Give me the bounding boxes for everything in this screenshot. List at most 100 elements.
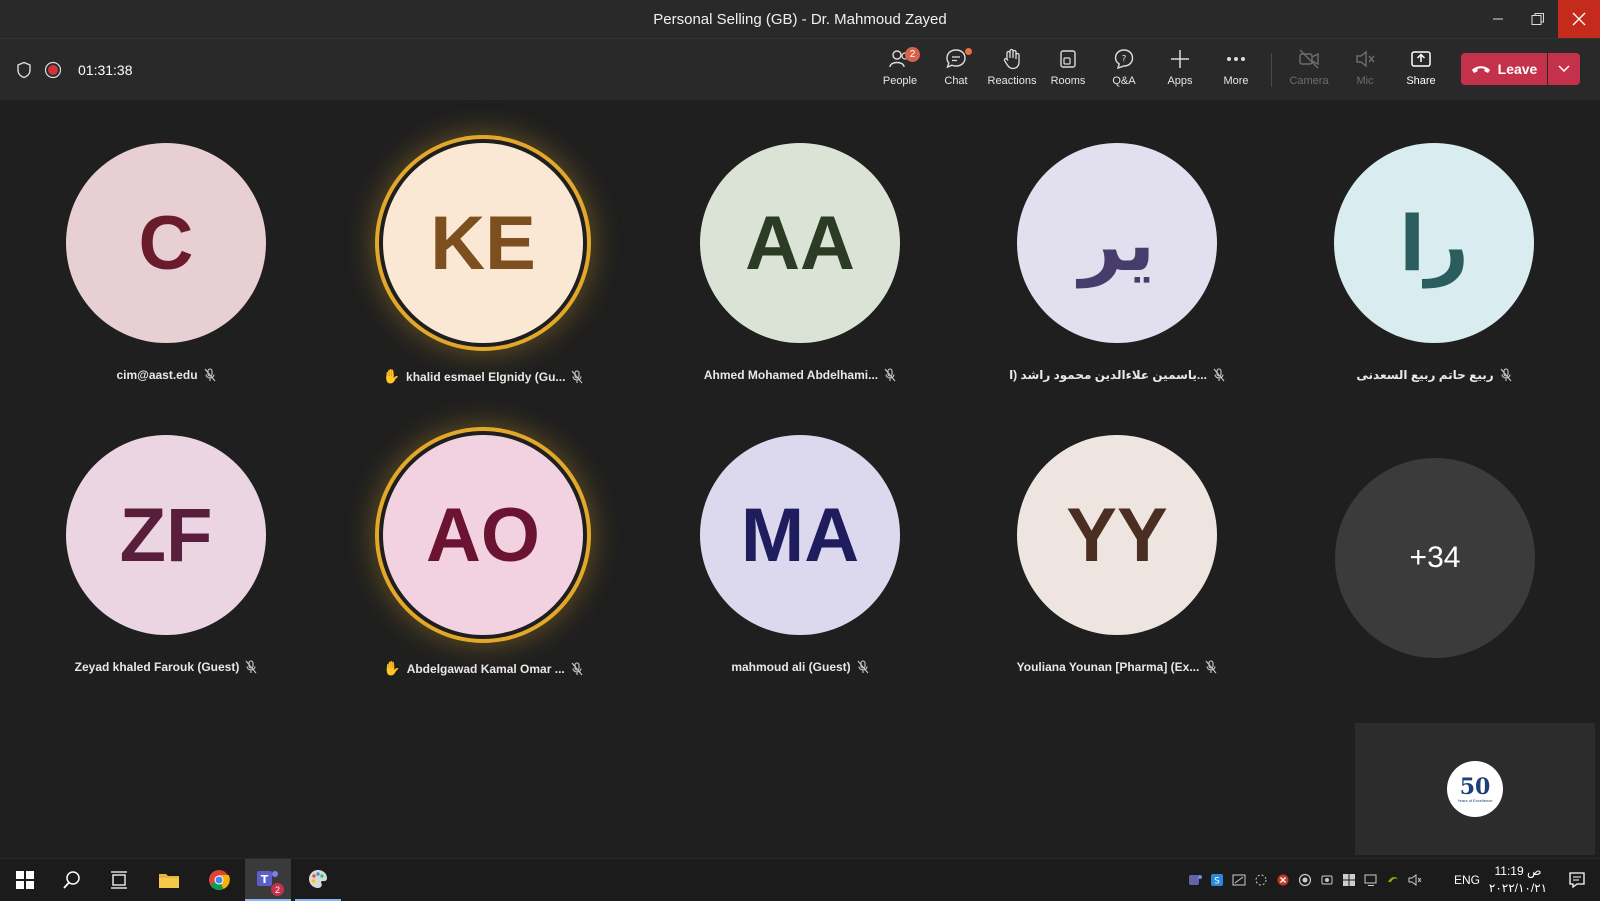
close-button[interactable] — [1558, 0, 1600, 38]
mic-muted-icon — [1500, 368, 1512, 382]
loading-tray-icon[interactable] — [1250, 859, 1272, 901]
university-logo: 50 Years of Excellence — [1447, 761, 1503, 817]
meeting-toolbar: 01:31:38 2 People Chat Reactions Rooms ?… — [0, 38, 1600, 100]
toolbar-separator — [1271, 53, 1272, 87]
raise-hand-icon — [1003, 48, 1020, 70]
mic-button[interactable]: Mic — [1337, 47, 1393, 95]
apps-button[interactable]: Apps — [1152, 47, 1208, 95]
mic-muted-icon — [571, 661, 583, 675]
participant-name: Abdelgawad Kamal Omar ... — [406, 661, 565, 676]
share-tray-icon — [1411, 51, 1431, 67]
share-button[interactable]: Share — [1393, 47, 1449, 95]
participant-name: ياسمين علاءالدين محمود راشد (ا... — [1009, 368, 1207, 382]
more-label: More — [1223, 75, 1249, 87]
antivirus-tray-icon[interactable] — [1272, 859, 1294, 901]
overflow-participants-tile[interactable]: +34 — [1335, 458, 1535, 658]
svg-text:?: ? — [1122, 55, 1127, 65]
windows-taskbar: T 2 S ENG 11:19 ص ٢٠٢٢/١٠/٢١ — [0, 858, 1600, 901]
participant-initials: AA — [745, 200, 855, 286]
participant-avatar[interactable]: C — [66, 143, 266, 343]
webcam-tray-icon[interactable] — [1316, 859, 1338, 901]
participant-avatar[interactable]: AA — [700, 143, 900, 343]
participant-name: mahmoud ali (Guest) — [731, 660, 851, 674]
chrome-icon — [209, 870, 230, 890]
network-tray-icon[interactable] — [1360, 859, 1382, 901]
participant-name: Youliana Younan [Pharma] (Ex... — [1016, 660, 1200, 674]
participant-name-row: cim@aast.edu — [6, 368, 326, 382]
participant-avatar[interactable]: AO — [383, 435, 583, 635]
people-label: People — [882, 75, 918, 87]
taskbar-clock[interactable]: 11:19 ص ٢٠٢٢/١٠/٢١ — [1482, 863, 1554, 897]
plus-icon — [1171, 50, 1189, 68]
participant-avatar[interactable]: KE — [383, 143, 583, 343]
speaker-muted-icon — [1356, 50, 1375, 68]
apps-label: Apps — [1167, 75, 1193, 87]
participant-initials: AO — [426, 492, 540, 578]
participant-initials: MA — [740, 492, 860, 578]
camera-button[interactable]: Camera — [1281, 47, 1337, 95]
teams-button[interactable]: T 2 — [245, 859, 291, 901]
camera-label: Camera — [1289, 75, 1329, 87]
hang-up-icon — [1471, 66, 1490, 73]
people-button[interactable]: 2 People — [872, 47, 928, 95]
participant-avatar[interactable]: ZF — [66, 435, 266, 635]
chrome-button[interactable] — [196, 859, 242, 901]
reactions-button[interactable]: Reactions — [984, 47, 1040, 95]
self-view-tile[interactable]: 50 Years of Excellence — [1355, 723, 1595, 855]
nvidia-tray-icon[interactable] — [1382, 859, 1404, 901]
clock-time: 11:19 ص — [1494, 864, 1542, 878]
qa-label: Q&A — [1112, 75, 1136, 87]
leave-button[interactable]: Leave — [1461, 53, 1547, 85]
participant-avatar[interactable]: YY — [1017, 435, 1217, 635]
restore-button[interactable] — [1518, 0, 1558, 38]
overflow-count: +34 — [1409, 541, 1461, 574]
participant-name: ربيع حاتم ربيع السعدنى — [1356, 368, 1494, 382]
close-icon — [1572, 12, 1586, 26]
teams-tray-icon[interactable] — [1184, 859, 1206, 901]
participant-initials: ير — [1079, 201, 1155, 287]
start-button[interactable] — [2, 859, 48, 901]
meeting-timer: 01:31:38 — [78, 61, 133, 78]
reactions-label: Reactions — [987, 75, 1037, 87]
people-badge: 2 — [905, 47, 920, 62]
task-view-button[interactable] — [96, 859, 142, 901]
record-tray-icon[interactable] — [1294, 859, 1316, 901]
participant-avatar[interactable]: را — [1334, 143, 1534, 343]
participant-name-row: ياسمين علاءالدين محمود راشد (ا... — [957, 368, 1277, 382]
participant-name-row: Zeyad khaled Farouk (Guest) — [6, 660, 326, 674]
qa-button[interactable]: ? Q&A — [1096, 47, 1152, 95]
rooms-button[interactable]: Rooms — [1040, 47, 1096, 95]
participant-name-row: mahmoud ali (Guest) — [640, 660, 960, 674]
snipping-tray-icon[interactable] — [1228, 859, 1250, 901]
chevron-down-icon — [1558, 65, 1570, 73]
leave-label: Leave — [1497, 61, 1538, 77]
chat-button[interactable]: Chat — [928, 47, 984, 95]
mic-muted-icon — [571, 369, 583, 383]
skype-tray-icon[interactable]: S — [1206, 859, 1228, 901]
participant-name-row: Ahmed Mohamed Abdelhami... — [640, 368, 960, 382]
paint-button[interactable] — [295, 859, 341, 901]
raised-hand-icon: ✋ — [383, 660, 401, 676]
leave-options-button[interactable] — [1548, 53, 1580, 85]
meeting-info: 01:31:38 — [16, 39, 133, 100]
language-indicator[interactable]: ENG — [1454, 873, 1480, 887]
participant-avatar[interactable]: ير — [1017, 143, 1217, 343]
minimize-button[interactable] — [1478, 0, 1518, 38]
participant-initials: را — [1399, 201, 1469, 287]
more-button[interactable]: More — [1208, 47, 1264, 95]
security-tray-icon[interactable] — [1338, 859, 1360, 901]
paint-palette-icon — [309, 870, 327, 888]
system-tray: S — [1184, 859, 1426, 901]
notifications-button[interactable] — [1554, 859, 1600, 901]
svg-text:T: T — [261, 873, 269, 886]
mic-muted-icon — [884, 368, 896, 382]
shield-icon[interactable] — [16, 61, 32, 79]
volume-muted-icon[interactable] — [1404, 859, 1426, 901]
mic-muted-icon — [245, 660, 257, 674]
mic-muted-icon — [1213, 368, 1225, 382]
search-button[interactable] — [49, 859, 95, 901]
mic-label: Mic — [1356, 75, 1374, 87]
mic-muted-icon — [857, 660, 869, 674]
file-explorer-button[interactable] — [146, 859, 192, 901]
participant-avatar[interactable]: MA — [700, 435, 900, 635]
